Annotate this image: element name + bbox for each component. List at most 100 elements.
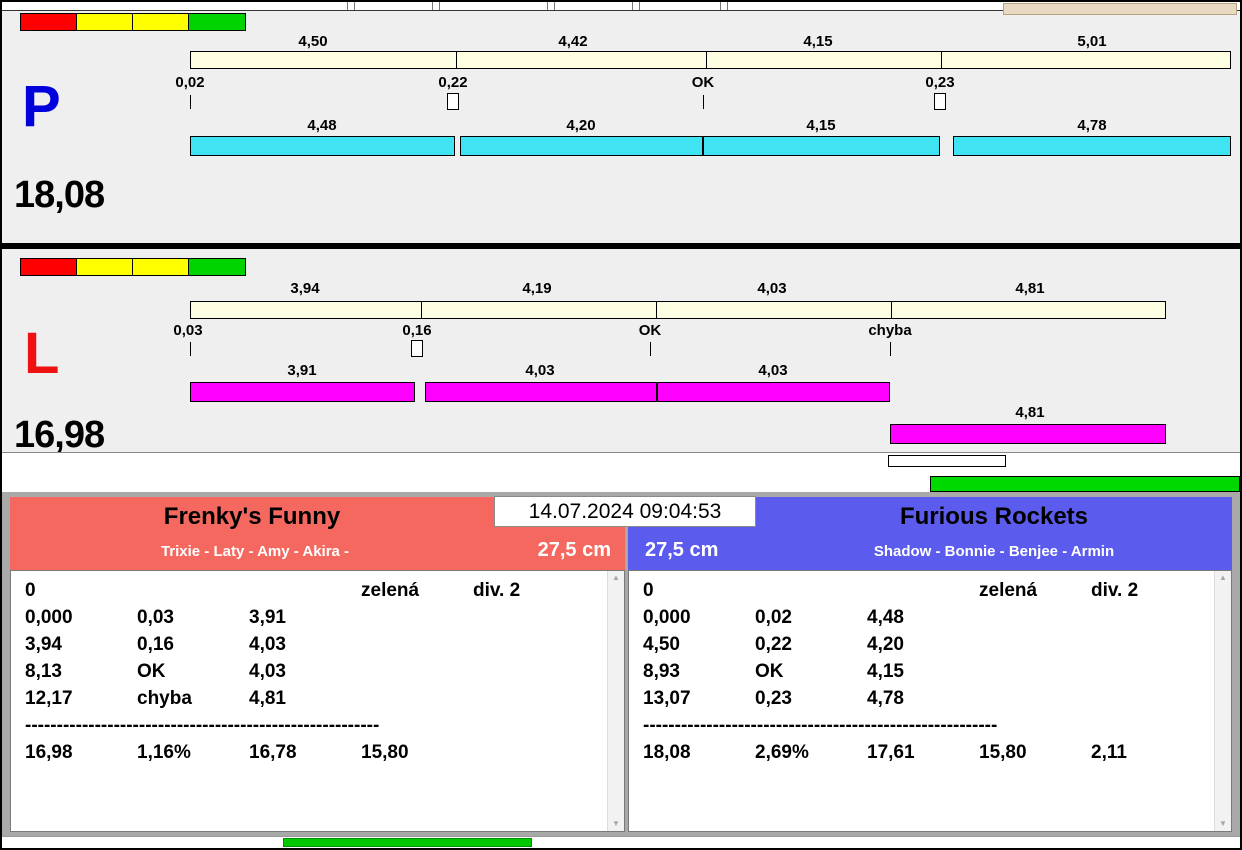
tab-edge-mark bbox=[432, 2, 433, 10]
table-cell: OK bbox=[755, 661, 784, 682]
split-time-label: 4,15 bbox=[803, 33, 833, 50]
scroll-down-arrow[interactable]: ▼ bbox=[612, 820, 620, 828]
results-rows: 0 zelená div. 2 0,000 0,02 4,48 4,50 0,22 4,20 8,… bbox=[643, 577, 1211, 712]
run-time-label: 4,20 bbox=[566, 117, 596, 134]
table-cell bbox=[1091, 604, 1203, 631]
team-name: Frenky's Funny bbox=[163, 503, 341, 530]
table-row: 18,08 2,69% 17,61 15,80 2,11 bbox=[643, 739, 1211, 766]
lane-total-time: 16,98 bbox=[14, 414, 105, 456]
table-cell: 4,20 bbox=[867, 634, 904, 655]
table-cell: 0,03 bbox=[137, 607, 174, 628]
run-time-label: 4,78 bbox=[1077, 117, 1107, 134]
split-time-label: 5,01 bbox=[1077, 33, 1107, 50]
status-light-1 bbox=[21, 259, 77, 275]
scroll-up-arrow[interactable]: ▲ bbox=[1219, 574, 1227, 582]
table-cell: zelená bbox=[361, 580, 420, 601]
table-cell: 4,78 bbox=[867, 688, 904, 709]
table-cell bbox=[1091, 631, 1203, 658]
table-cell bbox=[473, 604, 585, 631]
scroll-up-arrow[interactable]: ▲ bbox=[612, 574, 620, 582]
table-cell: 8,13 bbox=[25, 661, 62, 682]
run-segment-bar bbox=[425, 382, 657, 402]
deviation-label: OK bbox=[638, 322, 662, 339]
bottom-progress-green bbox=[283, 838, 532, 847]
table-cell bbox=[361, 685, 473, 712]
tab-edge-mark bbox=[554, 2, 555, 10]
scale-divider bbox=[421, 302, 422, 318]
marker-box bbox=[447, 93, 459, 110]
results-textbox[interactable]: 0 zelená div. 2 0,000 0,03 3,91 3,94 0,16 4,03 8,… bbox=[10, 570, 625, 832]
table-cell bbox=[137, 577, 249, 604]
status-lights bbox=[20, 258, 246, 276]
table-cell: 0,000 bbox=[25, 607, 73, 628]
run-time-label: 4,03 bbox=[758, 362, 788, 379]
lane-letter: L bbox=[24, 321, 60, 386]
scrollbar[interactable]: ▲ ▼ bbox=[1214, 571, 1231, 831]
jump-height: 27,5 cm bbox=[537, 539, 611, 561]
deviation-label: 0,03 bbox=[173, 322, 203, 339]
table-row: 8,13 OK 4,03 bbox=[25, 658, 604, 685]
marker-tick bbox=[190, 342, 191, 356]
table-cell: 0,22 bbox=[755, 634, 792, 655]
spacer-strip bbox=[2, 452, 1240, 492]
jump-height: 27,5 cm bbox=[645, 539, 719, 561]
table-cell: 1,16% bbox=[137, 742, 191, 763]
datetime-display: 14.07.2024 09:04:53 bbox=[494, 496, 756, 527]
tab-edge-mark bbox=[720, 2, 721, 10]
table-cell bbox=[249, 577, 361, 604]
marker-box bbox=[934, 93, 946, 110]
status-light-2 bbox=[77, 259, 133, 275]
table-cell: 0 bbox=[643, 580, 654, 601]
marker-tick bbox=[190, 95, 191, 109]
table-cell: 0,16 bbox=[137, 634, 174, 655]
deviation-label: OK bbox=[691, 74, 715, 91]
marker-tick bbox=[650, 342, 651, 356]
table-cell: 16,78 bbox=[249, 742, 297, 763]
table-cell bbox=[1091, 685, 1203, 712]
table-cell bbox=[361, 604, 473, 631]
team-name: Furious Rockets bbox=[899, 503, 1089, 530]
lane-total-time: 18,08 bbox=[14, 174, 105, 216]
scroll-down-arrow[interactable]: ▼ bbox=[1219, 820, 1227, 828]
status-light-4 bbox=[189, 14, 245, 30]
table-row: 13,07 0,23 4,78 bbox=[643, 685, 1211, 712]
run-time-label: 4,48 bbox=[307, 117, 337, 134]
run-time-label: 4,15 bbox=[806, 117, 836, 134]
table-cell: 4,50 bbox=[643, 634, 680, 655]
table-cell: 4,15 bbox=[867, 661, 904, 682]
table-cell: div. 2 bbox=[473, 580, 521, 601]
split-time-label: 4,19 bbox=[522, 280, 552, 297]
status-light-3 bbox=[133, 259, 189, 275]
results-rows: 0 zelená div. 2 0,000 0,03 3,91 3,94 0,16 4,03 8,… bbox=[25, 577, 604, 712]
tab-edge-mark bbox=[354, 2, 355, 10]
table-row: 16,98 1,16% 16,78 15,80 bbox=[25, 739, 604, 766]
lane-panel-l: 3,94 4,19 4,03 4,81 0,03 0,16 OK chyba 3… bbox=[2, 249, 1240, 456]
table-cell: 18,08 bbox=[643, 742, 691, 763]
table-cell: 4,03 bbox=[249, 634, 286, 655]
table-cell: 4,81 bbox=[249, 688, 286, 709]
table-cell bbox=[979, 631, 1091, 658]
team-members: Shadow - Bonnie - Benjee - Armin bbox=[873, 543, 1115, 560]
status-light-1 bbox=[21, 14, 77, 30]
scrollbar[interactable]: ▲ ▼ bbox=[607, 571, 624, 831]
table-row: 12,17 chyba 4,81 bbox=[25, 685, 604, 712]
marker-tick bbox=[703, 95, 704, 109]
run-time-label: 4,81 bbox=[1015, 404, 1045, 421]
table-cell: 15,80 bbox=[979, 742, 1027, 763]
results-textbox[interactable]: 0 zelená div. 2 0,000 0,02 4,48 4,50 0,22 4,20 8,… bbox=[628, 570, 1232, 832]
table-cell: 2,69% bbox=[755, 742, 809, 763]
timing-display-window: 4,50 4,42 4,15 5,01 0,02 0,22 OK 0,23 4,… bbox=[0, 0, 1242, 850]
run-segment-bar bbox=[953, 136, 1231, 156]
totals-row: 16,98 1,16% 16,78 15,80 bbox=[25, 739, 604, 766]
table-cell: 8,93 bbox=[643, 661, 680, 682]
deviation-label: 0,22 bbox=[438, 74, 468, 91]
status-light-3 bbox=[133, 14, 189, 30]
tab-edge-mark bbox=[639, 2, 640, 10]
table-row: 8,93 OK 4,15 bbox=[643, 658, 1211, 685]
table-cell bbox=[979, 604, 1091, 631]
run-segment-bar bbox=[657, 382, 890, 402]
marker-tick bbox=[890, 342, 891, 356]
split-scale-bar bbox=[190, 301, 1166, 319]
deviation-label: 0,02 bbox=[175, 74, 205, 91]
table-cell: 3,94 bbox=[25, 634, 62, 655]
